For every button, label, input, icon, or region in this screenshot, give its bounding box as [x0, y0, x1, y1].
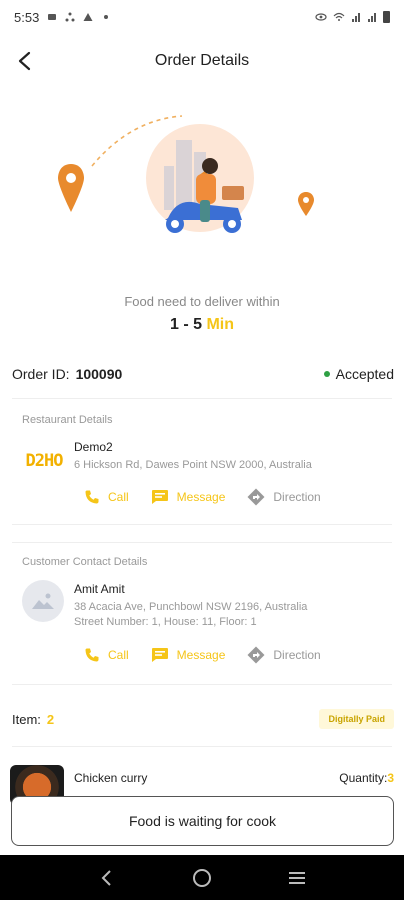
- call-label: Call: [108, 490, 129, 504]
- message-icon: [151, 648, 168, 662]
- nav-recents-button[interactable]: [282, 863, 312, 893]
- order-id-value: 100090: [75, 366, 123, 382]
- nav-home-icon: [192, 868, 211, 887]
- warning-icon: [83, 13, 93, 21]
- quantity-label: Quantity:: [339, 771, 388, 785]
- customer-call-button[interactable]: Call: [84, 647, 129, 663]
- location-pin-icon: [58, 164, 84, 212]
- customer-name: Amit Amit: [74, 582, 125, 596]
- signal-icon: [352, 13, 360, 22]
- back-button[interactable]: [10, 46, 40, 76]
- direction-label: Direction: [273, 648, 321, 662]
- image-placeholder-icon: [32, 593, 54, 609]
- order-id-row: Order ID: 100090 Accepted: [12, 364, 394, 384]
- system-nav-bar: [0, 855, 404, 900]
- eye-icon: [315, 13, 327, 21]
- notification-icon: [48, 14, 57, 20]
- customer-extra-details: Street Number: 1, House: 11, Floor: 1: [74, 616, 257, 628]
- app-header: Order Details: [0, 34, 404, 88]
- phone-icon: [85, 648, 99, 662]
- message-label: Message: [176, 490, 226, 504]
- direction-icon: [247, 488, 265, 506]
- restaurant-address: 6 Hickson Rd, Dawes Point NSW 2000, Aust…: [74, 459, 312, 471]
- phone-icon: [85, 490, 99, 504]
- divider: [12, 542, 392, 543]
- status-bar: 5:53: [0, 0, 404, 34]
- delivery-range-value: 1 - 5: [169, 316, 202, 333]
- quantity-value: 3: [387, 771, 394, 785]
- customer-section-title: Customer Contact Details: [22, 556, 148, 568]
- divider: [12, 746, 392, 747]
- call-label: Call: [108, 648, 129, 662]
- order-id-label: Order ID:: [12, 366, 70, 382]
- direction-label: Direction: [273, 490, 321, 504]
- nav-back-icon: [101, 869, 112, 886]
- status-badge: Accepted: [323, 366, 394, 382]
- nav-back-button[interactable]: [92, 863, 122, 893]
- items-row: Item: 2 Digitally Paid: [12, 708, 394, 730]
- delivery-text: Food need to deliver within: [124, 294, 280, 309]
- restaurant-message-button[interactable]: Message: [151, 489, 226, 505]
- delivery-illustration: [0, 100, 404, 280]
- customer-direction-button[interactable]: Direction: [247, 646, 321, 664]
- delivery-range: 1 - 5 Min: [0, 316, 404, 334]
- restaurant-name: Demo2: [74, 440, 113, 454]
- message-label: Message: [176, 648, 226, 662]
- location-pin-icon: [298, 192, 314, 216]
- items-label: Item:: [12, 711, 41, 727]
- customer-address: 38 Acacia Ave, Punchbowl NSW 2196, Austr…: [74, 601, 308, 613]
- items-count: 2: [46, 711, 55, 727]
- restaurant-logo: D2HO: [25, 451, 64, 471]
- divider: [12, 524, 392, 525]
- wifi-icon: [333, 12, 345, 21]
- network-icon: [65, 12, 75, 22]
- dot-icon: [104, 15, 109, 19]
- message-icon: [151, 490, 168, 504]
- restaurant-direction-button[interactable]: Direction: [247, 488, 321, 506]
- food-name: Chicken curry: [74, 771, 148, 785]
- battery-icon: [383, 11, 390, 23]
- signal-icon: [368, 13, 376, 22]
- nav-recents-icon: [288, 871, 305, 884]
- restaurant-section-title: Restaurant Details: [22, 414, 113, 426]
- back-arrow-icon: [18, 51, 31, 71]
- customer-avatar: [22, 580, 64, 622]
- nav-home-button[interactable]: [187, 863, 217, 893]
- customer-message-button[interactable]: Message: [151, 647, 226, 663]
- order-status-message: Food is waiting for cook: [128, 813, 277, 829]
- delivery-unit: Min: [206, 316, 234, 333]
- food-quantity: Quantity:3: [339, 771, 394, 785]
- page-title: Order Details: [154, 52, 250, 69]
- status-time: 5:53: [14, 9, 40, 25]
- divider: [12, 684, 392, 685]
- restaurant-actions: Call Message Direction: [84, 488, 321, 506]
- restaurant-call-button[interactable]: Call: [84, 489, 129, 505]
- order-status-banner[interactable]: Food is waiting for cook: [11, 796, 394, 846]
- payment-badge: Digitally Paid: [319, 709, 394, 729]
- status-text: Accepted: [335, 366, 394, 382]
- divider: [12, 398, 392, 399]
- customer-actions: Call Message Direction: [84, 646, 321, 664]
- status-dot-icon: [323, 371, 330, 377]
- direction-icon: [247, 646, 265, 664]
